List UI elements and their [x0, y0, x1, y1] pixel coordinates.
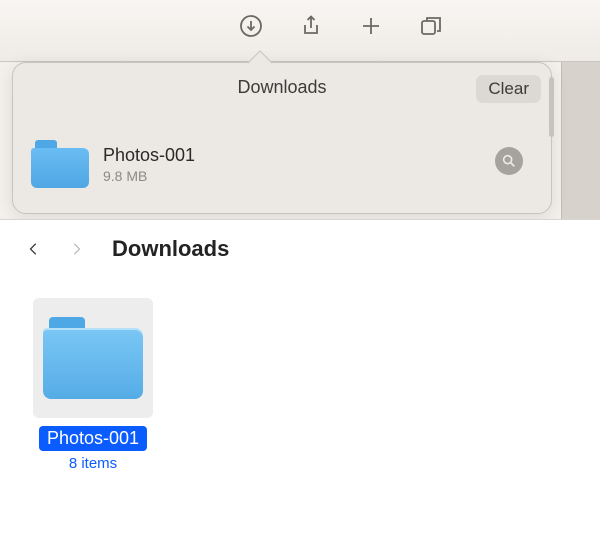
clear-button[interactable]: Clear	[476, 75, 541, 103]
finder-item-detail: 8 items	[69, 455, 117, 472]
nav-forward-button[interactable]	[64, 237, 88, 261]
reveal-in-finder-button[interactable]	[495, 147, 523, 175]
folder-icon	[43, 317, 143, 399]
finder-item-icon-background	[33, 298, 153, 418]
popover-title: Downloads	[13, 77, 551, 98]
download-item-size: 9.8 MB	[103, 168, 195, 184]
finder-location-title: Downloads	[112, 236, 229, 262]
download-item-name: Photos-001	[103, 145, 195, 166]
popover-scrollbar[interactable]	[549, 77, 554, 137]
finder-item-name: Photos-001	[39, 426, 147, 451]
finder-item[interactable]: Photos-001 8 items	[18, 298, 168, 472]
folder-icon	[31, 140, 89, 188]
plus-icon[interactable]	[357, 12, 385, 40]
nav-back-button[interactable]	[22, 237, 46, 261]
download-item[interactable]: Photos-001 9.8 MB	[31, 129, 533, 199]
share-icon[interactable]	[297, 12, 325, 40]
downloads-icon[interactable]	[237, 12, 265, 40]
downloads-popover: Downloads Clear Photos-001 9.8 MB	[12, 62, 552, 214]
finder-toolbar: Downloads	[0, 220, 600, 278]
browser-toolbar	[0, 0, 600, 62]
desktop-background	[561, 62, 600, 220]
finder-window: Downloads Photos-001 8 items	[0, 219, 600, 550]
tabs-icon[interactable]	[417, 12, 445, 40]
